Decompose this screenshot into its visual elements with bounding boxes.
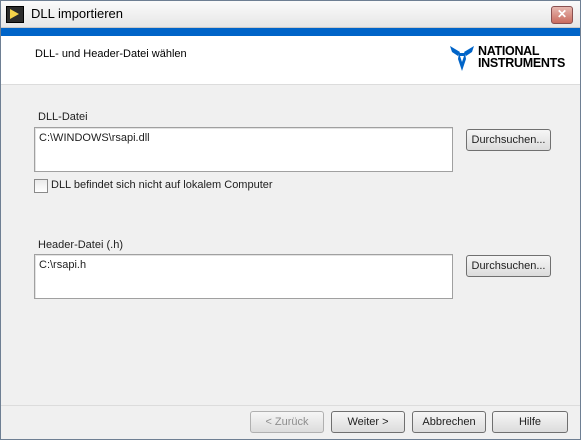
close-button[interactable]: ✕: [551, 6, 573, 24]
labview-icon: [6, 6, 24, 23]
footer-divider: [1, 405, 580, 406]
close-icon: ✕: [556, 7, 568, 21]
dll-path-field[interactable]: C:\WINDOWS\rsapi.dll: [34, 127, 453, 172]
help-button[interactable]: Hilfe: [492, 411, 568, 433]
back-button[interactable]: < Zurück: [250, 411, 324, 433]
remote-dll-checkbox[interactable]: [34, 179, 48, 193]
logo-line-2: INSTRUMENTS: [478, 56, 565, 70]
header-browse-button[interactable]: Durchsuchen...: [466, 255, 551, 277]
header-file-label: Header-Datei (.h): [38, 239, 123, 251]
next-button[interactable]: Weiter >: [331, 411, 405, 433]
accent-band: [1, 28, 580, 36]
remote-dll-checkbox-label[interactable]: DLL befindet sich nicht auf lokalem Comp…: [51, 179, 273, 191]
dialog-window: DLL importieren ✕ DLL- und Header-Datei …: [0, 0, 581, 440]
eagle-icon: [450, 46, 474, 71]
dll-browse-button[interactable]: Durchsuchen...: [466, 129, 551, 151]
step-title: DLL- und Header-Datei wählen: [35, 48, 187, 60]
national-instruments-logo: NATIONAL INSTRUMENTS: [448, 43, 573, 77]
cancel-button[interactable]: Abbrechen: [412, 411, 486, 433]
title-bar[interactable]: DLL importieren ✕: [1, 1, 580, 28]
dll-file-label: DLL-Datei: [38, 111, 88, 123]
header-path-field[interactable]: C:\rsapi.h: [34, 254, 453, 299]
wizard-header: DLL- und Header-Datei wählen NATIONAL IN…: [1, 36, 580, 85]
window-title: DLL importieren: [31, 6, 124, 21]
